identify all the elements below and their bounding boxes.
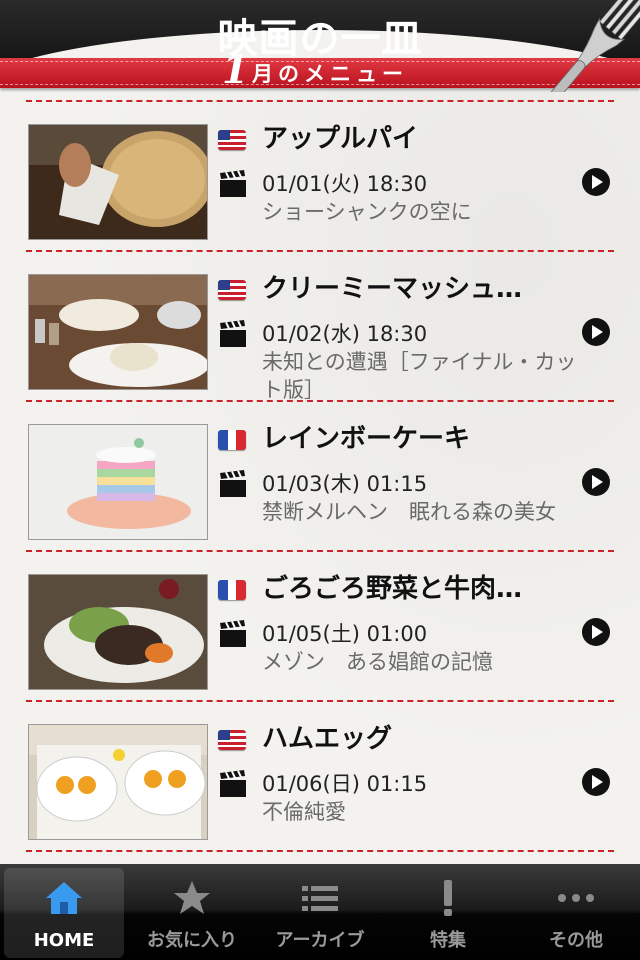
tab-favorites[interactable]: お気に入り xyxy=(128,864,256,960)
fr-flag-icon xyxy=(218,580,246,600)
clapperboard-icon xyxy=(220,770,246,797)
disclosure-arrow-icon[interactable] xyxy=(582,468,610,496)
disclosure-arrow-icon[interactable] xyxy=(582,168,610,196)
list-icon xyxy=(302,886,338,911)
list-item[interactable]: レインボーケーキ 01/03(木) 01:15 禁断メルヘン 眠れる森の美女 xyxy=(0,402,640,552)
apple-pie-thumbnail xyxy=(28,124,208,240)
fork-icon xyxy=(541,0,640,92)
dish-title: レインボーケーキ xyxy=(262,424,471,454)
list-item[interactable]: アップルパイ 01/01(火) 18:30 ショーシャンクの空に xyxy=(0,102,640,252)
dish-title: クリーミーマッシュ… xyxy=(262,274,523,304)
dish-title: ハムエッグ xyxy=(262,724,393,754)
clapperboard-icon xyxy=(220,170,246,197)
broadcast-datetime: 01/02(水) 18:30 xyxy=(262,322,428,346)
menu-label: 月のメニュー xyxy=(252,62,408,86)
tab-more[interactable]: その他 xyxy=(512,864,640,960)
tab-label: アーカイブ xyxy=(275,930,365,951)
dish-title: アップルパイ xyxy=(262,124,419,154)
ham-and-eggs-thumbnail xyxy=(28,724,208,840)
exclamation-icon xyxy=(444,880,452,916)
clapperboard-icon xyxy=(220,620,246,647)
movie-title: メゾン ある娼館の記憶 xyxy=(262,650,493,674)
menu-list[interactable]: アップルパイ 01/01(火) 18:30 ショーシャンクの空に クリーミーマッ… xyxy=(0,92,640,864)
list-item[interactable]: ハムエッグ 01/06(日) 01:15 不倫純愛 xyxy=(0,702,640,852)
app-header: 映画の一皿 1 月のメニュー xyxy=(0,0,640,92)
tab-label: お気に入り xyxy=(147,930,237,951)
movie-title: 未知との遭遇［ファイナル・カット版］ xyxy=(262,350,577,402)
broadcast-datetime: 01/03(木) 01:15 xyxy=(262,472,428,496)
tab-label: その他 xyxy=(549,930,603,951)
movie-title: 禁断メルヘン 眠れる森の美女 xyxy=(262,500,556,524)
broadcast-datetime: 01/01(火) 18:30 xyxy=(262,172,428,196)
tab-label: HOME xyxy=(33,930,95,951)
clapperboard-icon xyxy=(220,320,246,347)
disclosure-arrow-icon[interactable] xyxy=(582,618,610,646)
disclosure-arrow-icon[interactable] xyxy=(582,318,610,346)
us-flag-icon xyxy=(218,280,246,300)
rainbow-cake-thumbnail xyxy=(28,424,208,540)
movie-title: ショーシャンクの空に xyxy=(262,200,472,224)
tab-bar: HOME お気に入り アーカイブ 特集 その他 xyxy=(0,864,640,960)
broadcast-datetime: 01/06(日) 01:15 xyxy=(262,772,428,796)
dish-title: ごろごろ野菜と牛肉… xyxy=(262,574,523,604)
tab-home[interactable]: HOME xyxy=(0,864,128,960)
tab-archive[interactable]: アーカイブ xyxy=(256,864,384,960)
us-flag-icon xyxy=(218,730,246,750)
list-item[interactable]: ごろごろ野菜と牛肉… 01/05(土) 01:00 メゾン ある娼館の記憶 xyxy=(0,552,640,702)
beef-vegetable-thumbnail xyxy=(28,574,208,690)
fr-flag-icon xyxy=(218,430,246,450)
movie-title: 不倫純愛 xyxy=(262,800,346,824)
tab-features[interactable]: 特集 xyxy=(384,864,512,960)
us-flag-icon xyxy=(218,130,246,150)
disclosure-arrow-icon[interactable] xyxy=(582,768,610,796)
more-icon xyxy=(558,894,594,902)
star-icon xyxy=(174,881,210,914)
clapperboard-icon xyxy=(220,470,246,497)
month-number: 1 xyxy=(222,47,249,92)
home-icon xyxy=(46,882,82,914)
tab-label: 特集 xyxy=(430,930,466,951)
broadcast-datetime: 01/05(土) 01:00 xyxy=(262,622,428,646)
list-item[interactable]: クリーミーマッシュ… 01/02(水) 18:30 未知との遭遇［ファイナル・カ… xyxy=(0,252,640,402)
mashed-potato-thumbnail xyxy=(28,274,208,390)
